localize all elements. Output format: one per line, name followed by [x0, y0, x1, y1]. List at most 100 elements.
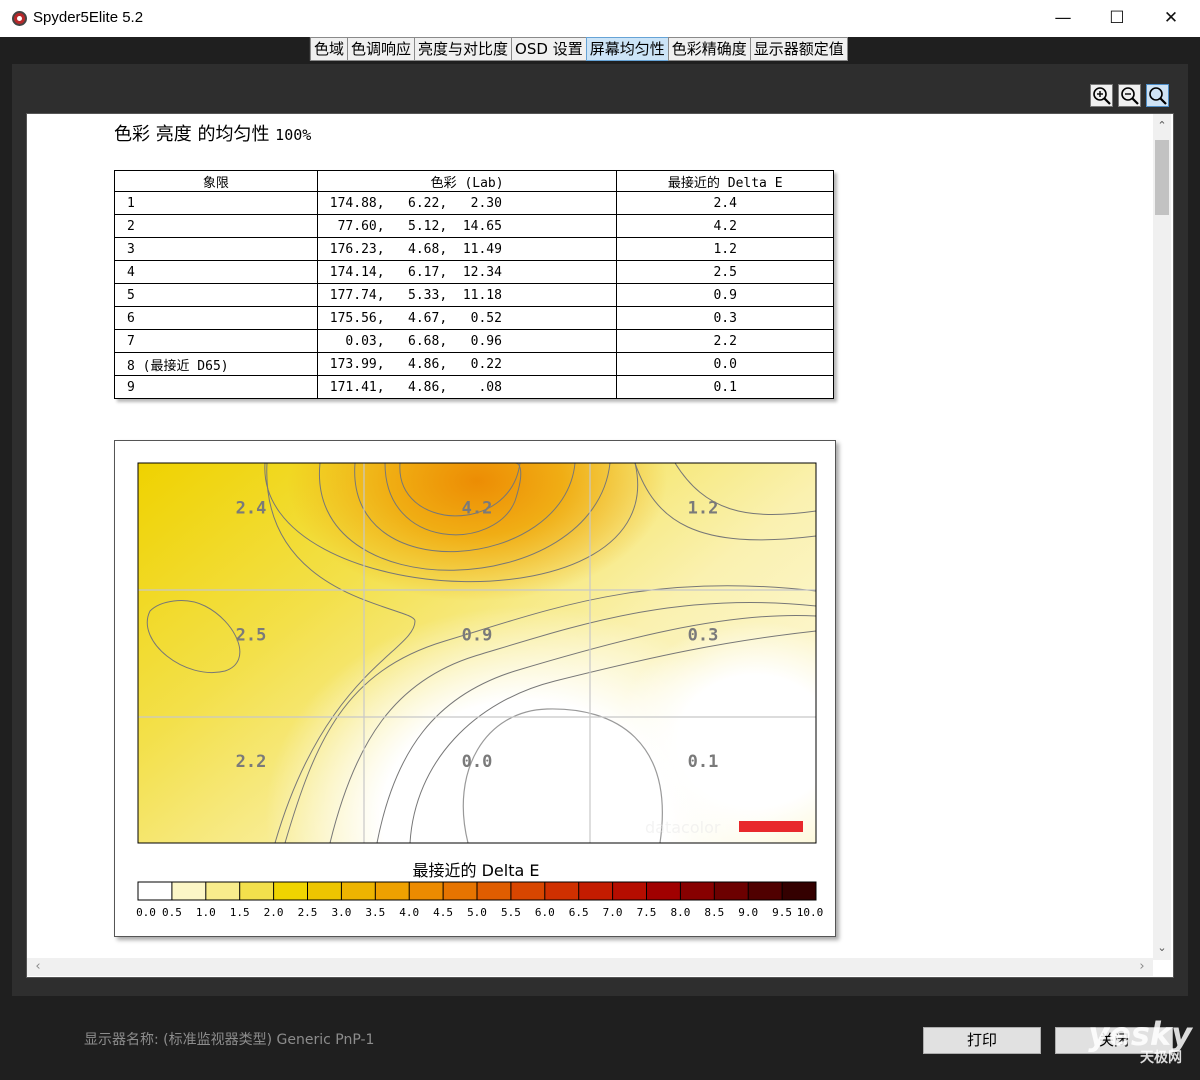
delta-e-cell: 0.0	[616, 352, 834, 376]
datacolor-watermark: datacolor	[645, 818, 721, 837]
lab-cell: 0.03, 6.68, 0.96	[316, 329, 618, 353]
lab-cell: 171.41, 4.86, .08	[316, 375, 618, 399]
heatmap-cell-label: 0.0	[462, 752, 493, 772]
table-row: 8 (最接近 D65) 173.99, 4.86, 0.22 0.0	[114, 352, 834, 376]
tab-monitor-rating[interactable]: 显示器额定值	[749, 37, 848, 61]
legend-color-swatch	[646, 882, 681, 900]
heatmap-cell-label: 2.2	[236, 752, 267, 772]
scroll-right-icon[interactable]: ›	[1133, 958, 1151, 976]
legend-tick-label: 9.0	[738, 906, 758, 919]
spyder-app-icon	[12, 11, 27, 26]
heatmap-cell-label: 0.3	[688, 625, 719, 645]
zoom-in-button[interactable]	[1090, 84, 1113, 107]
legend-color-swatch	[510, 882, 546, 900]
legend-color-swatch	[477, 882, 512, 900]
delta-e-cell: 2.2	[616, 329, 834, 353]
legend-color-swatch	[748, 882, 783, 900]
lab-cell: 177.74, 5.33, 11.18	[316, 283, 618, 307]
delta-e-cell: 0.1	[616, 375, 834, 399]
zoom-in-icon	[1093, 87, 1111, 105]
legend-tick-label: 1.5	[230, 906, 250, 919]
legend-tick-label: 3.0	[331, 906, 351, 919]
legend-title: 最接近的 Delta E	[413, 861, 540, 880]
tab-gamut[interactable]: 色域	[310, 37, 349, 61]
uniformity-heatmap-chart: 2.4 4.2 1.2 2.5 0.9 0.3 2.2 0.0 0.1 datacolor 最接…	[114, 440, 836, 937]
quadrant-cell: 9	[114, 375, 318, 399]
vertical-scrollbar[interactable]: ⌃ ⌄	[1153, 114, 1171, 960]
header-delta-e: 最接近的 Delta E	[616, 170, 834, 192]
table-row: 1 174.88, 6.22, 2.30 2.4	[114, 191, 834, 215]
legend-tick-label: 6.0	[535, 906, 555, 919]
legend-tick-label: 7.5	[637, 906, 657, 919]
close-window-button[interactable]: ✕	[1144, 0, 1198, 37]
tab-bar: 色域 色调响应 亮度与对比度 OSD 设置 屏幕均匀性 色彩精确度 显示器额定值	[309, 37, 848, 61]
legend-color-swatch	[680, 882, 715, 900]
lab-cell: 176.23, 4.68, 11.49	[316, 237, 618, 261]
watermark-brand: yesky	[1088, 1015, 1192, 1053]
legend-tick-label: 3.5	[365, 906, 385, 919]
scroll-down-icon[interactable]: ⌄	[1153, 938, 1171, 958]
heatmap-cell-label: 2.5	[236, 625, 267, 645]
legend-tick-label: 7.0	[603, 906, 623, 919]
horizontal-scrollbar[interactable]: ‹ ›	[27, 958, 1153, 976]
header-lab: 色彩 (Lab)	[316, 170, 618, 192]
legend-tick-label: 5.5	[501, 906, 521, 919]
heatmap-cell-label: 1.2	[688, 499, 719, 519]
legend-color-swatch	[375, 882, 410, 900]
scroll-up-icon[interactable]: ⌃	[1153, 116, 1171, 136]
maximize-button[interactable]: ☐	[1090, 0, 1144, 37]
heatmap-cell-label: 4.2	[462, 499, 493, 519]
tab-tone-response[interactable]: 色调响应	[347, 37, 416, 61]
tab-screen-uniformity[interactable]: 屏幕均匀性	[585, 37, 669, 61]
legend-tick-label: 6.5	[569, 906, 589, 919]
tab-osd-settings[interactable]: OSD 设置	[511, 37, 587, 61]
quadrant-cell: 1	[114, 191, 318, 215]
zoom-out-button[interactable]	[1118, 84, 1141, 107]
legend-color-swatch	[714, 882, 749, 900]
legend-color-swatch	[273, 882, 308, 900]
table-row: 5 177.74, 5.33, 11.18 0.9	[114, 283, 834, 307]
report-title-text: 色彩 亮度 的均匀性	[114, 124, 276, 145]
zoom-fit-button[interactable]	[1146, 84, 1169, 107]
print-button[interactable]: 打印	[923, 1027, 1041, 1054]
zoom-fit-icon	[1149, 87, 1167, 105]
legend-tick-label: 1.0	[196, 906, 216, 919]
header-quadrant: 象限	[114, 170, 318, 192]
vertical-scroll-thumb[interactable]	[1155, 140, 1169, 215]
table-row: 2 77.60, 5.12, 14.65 4.2	[114, 214, 834, 238]
heatmap-cell-label: 0.1	[688, 752, 719, 772]
legend-color-swatch	[409, 882, 444, 900]
legend-tick-label: 10.0	[797, 906, 824, 919]
delta-e-cell: 4.2	[616, 214, 834, 238]
tab-brightness-contrast[interactable]: 亮度与对比度	[414, 37, 513, 61]
legend-color-swatch	[171, 882, 207, 900]
table-row: 4 174.14, 6.17, 12.34 2.5	[114, 260, 834, 284]
legend-color-swatch	[239, 882, 275, 900]
legend-tick-label: 8.5	[704, 906, 724, 919]
lab-cell: 173.99, 4.86, 0.22	[316, 352, 618, 376]
legend-tick-label: 2.5	[298, 906, 318, 919]
minimize-button[interactable]: —	[1036, 0, 1090, 37]
legend-tick-label: 0.0	[136, 906, 156, 919]
legend-color-swatch	[443, 882, 478, 900]
legend-tick-label: 0.5	[162, 906, 182, 919]
scroll-left-icon[interactable]: ‹	[29, 958, 47, 976]
datacolor-logo-bar	[739, 821, 803, 832]
legend-tick-label: 8.0	[670, 906, 690, 919]
legend-tick-label: 5.0	[467, 906, 487, 919]
report-title: 色彩 亮度 的均匀性 100%	[114, 120, 311, 146]
legend-color-swatch	[612, 882, 647, 900]
delta-e-cell: 1.2	[616, 237, 834, 261]
tab-color-accuracy[interactable]: 色彩精确度	[667, 37, 751, 61]
table-row: 9 171.41, 4.86, .08 0.1	[114, 375, 834, 399]
delta-e-cell: 2.5	[616, 260, 834, 284]
window-title: Spyder5Elite 5.2	[33, 9, 144, 26]
legend-color-swatch	[205, 882, 241, 900]
lab-cell: 174.14, 6.17, 12.34	[316, 260, 618, 284]
quadrant-cell: 4	[114, 260, 318, 284]
lab-cell: 175.56, 4.67, 0.52	[316, 306, 618, 330]
quadrant-cell: 6	[114, 306, 318, 330]
window-titlebar: Spyder5Elite 5.2 — ☐ ✕	[0, 0, 1200, 37]
quadrant-cell: 5	[114, 283, 318, 307]
monitor-name-label: 显示器名称: (标准监视器类型) Generic PnP-1	[84, 1032, 375, 1048]
